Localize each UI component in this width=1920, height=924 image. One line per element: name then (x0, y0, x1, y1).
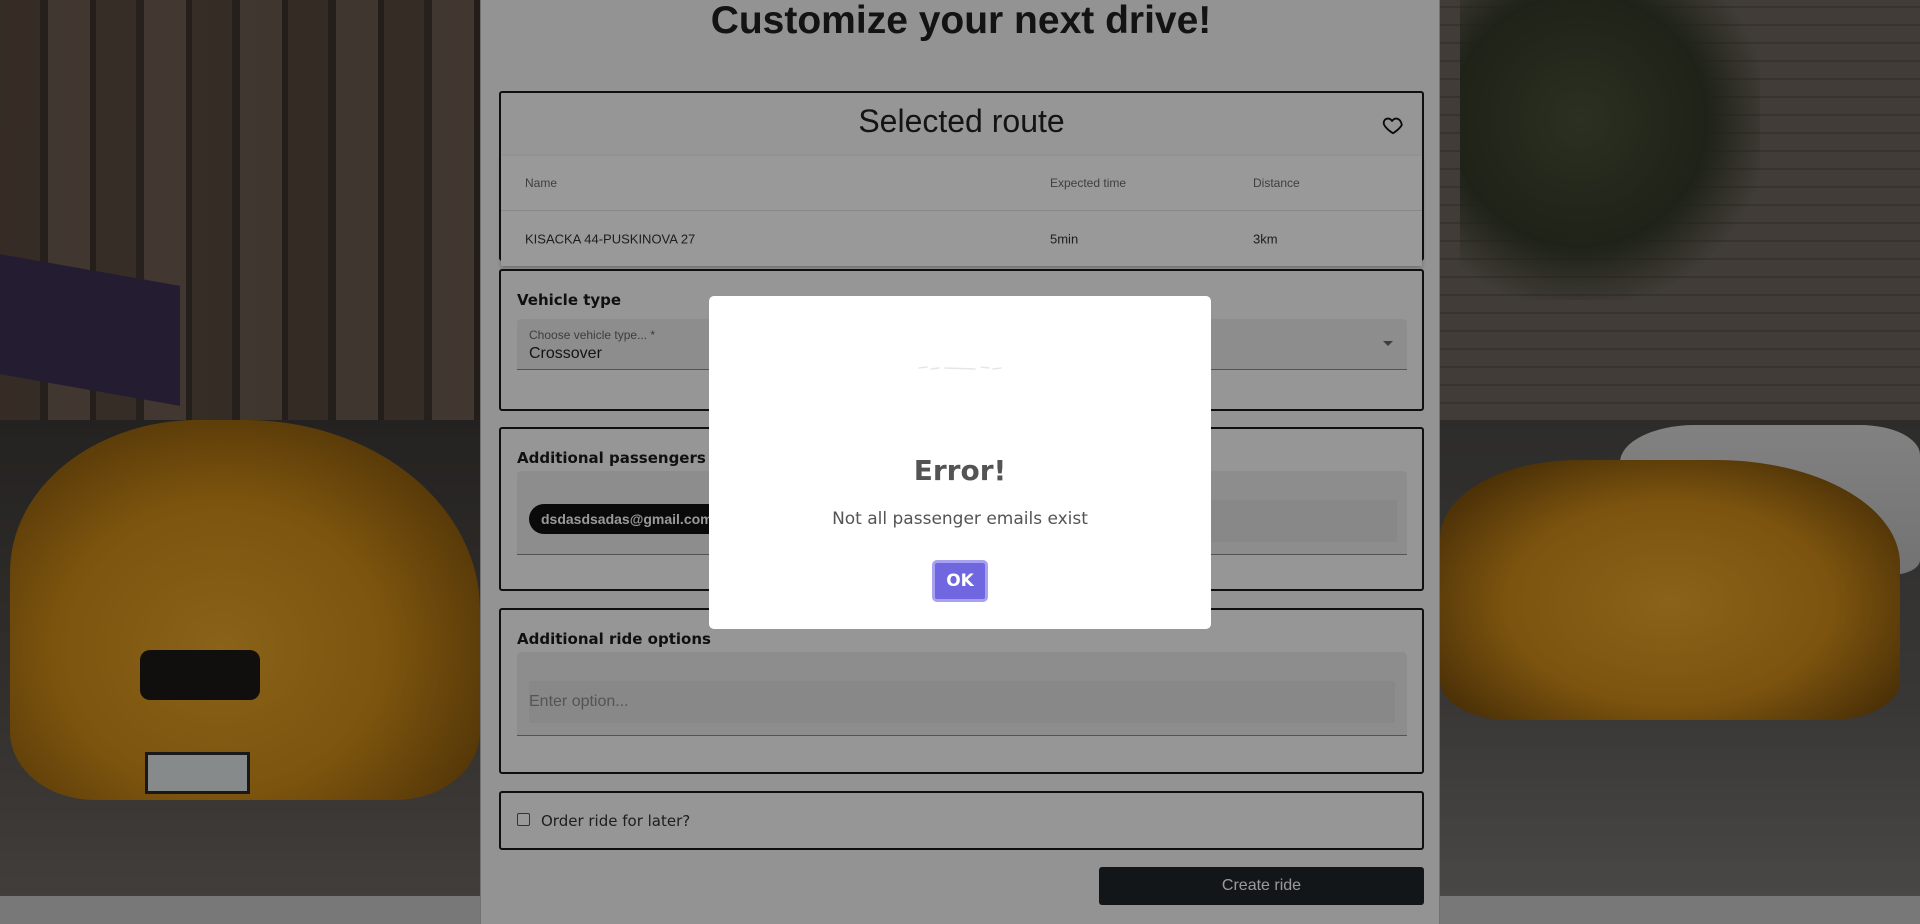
dialog-message: Not all passenger emails exist (832, 509, 1088, 529)
error-icon (918, 366, 1002, 370)
error-dialog: Error! Not all passenger emails exist OK (709, 296, 1211, 629)
dialog-title: Error! (913, 454, 1007, 487)
ok-button[interactable]: OK (932, 560, 988, 602)
modal-backdrop[interactable]: Error! Not all passenger emails exist OK (0, 0, 1920, 924)
